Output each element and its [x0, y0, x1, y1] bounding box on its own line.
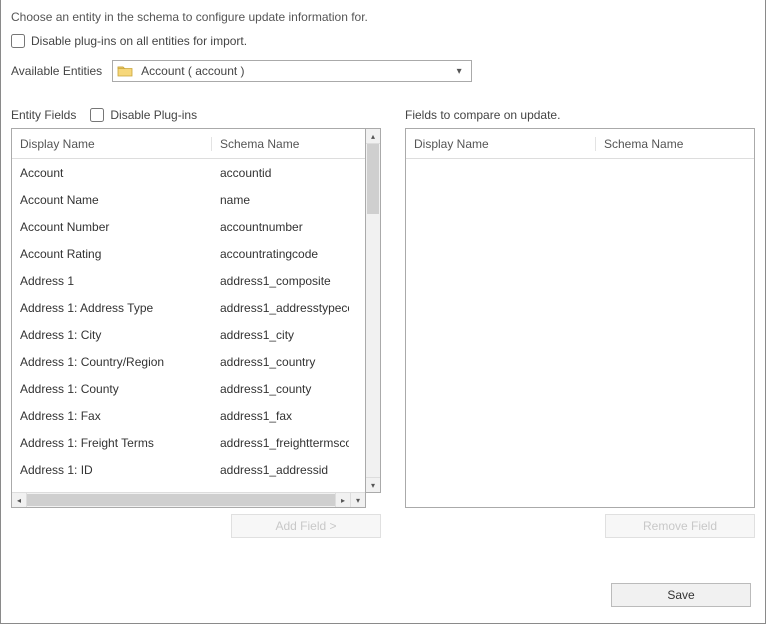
cell-schema: address1_freighttermscode	[212, 436, 349, 450]
vertical-scrollbar[interactable]: ▴ ▾	[366, 128, 381, 493]
scroll-down-extra-icon[interactable]: ▾	[350, 493, 365, 507]
cell-display: Account	[12, 166, 212, 180]
table-row[interactable]: Address 1address1_composite	[12, 267, 349, 294]
instruction-text: Choose an entity in the schema to config…	[11, 10, 755, 24]
cell-display: Address 1: Fax	[12, 409, 212, 423]
available-entities-row: Available Entities Account ( account ) ▾	[11, 60, 755, 82]
cell-display: Address 1: Freight Terms	[12, 436, 212, 450]
table-row[interactable]: Address 1: Latitudeaddress1_latitude	[12, 483, 349, 492]
cell-schema: address1_addressid	[212, 463, 349, 477]
disable-plugins-checkbox[interactable]	[90, 108, 104, 122]
entity-fields-header: Display Name Schema Name	[12, 129, 365, 159]
col-header-schema[interactable]: Schema Name	[212, 137, 365, 151]
table-row[interactable]: Address 1: Address Typeaddress1_addresst…	[12, 294, 349, 321]
entity-fields-title: Entity Fields	[11, 108, 76, 122]
horizontal-scrollbar[interactable]: ◂ ▸ ▾	[12, 492, 365, 507]
entity-dropdown-text: Account ( account )	[141, 64, 451, 78]
table-row[interactable]: Address 1: Faxaddress1_fax	[12, 402, 349, 429]
cell-schema: address1_county	[212, 382, 349, 396]
cell-schema: address1_fax	[212, 409, 349, 423]
compare-fields-body	[406, 159, 754, 492]
scroll-down-icon[interactable]: ▾	[366, 477, 380, 492]
col-header-schema-r[interactable]: Schema Name	[596, 137, 754, 151]
table-row[interactable]: Account Numberaccountnumber	[12, 213, 349, 240]
cell-schema: accountnumber	[212, 220, 349, 234]
disable-all-row: Disable plug-ins on all entities for imp…	[11, 34, 755, 48]
disable-all-checkbox[interactable]	[11, 34, 25, 48]
cell-display: Address 1: ID	[12, 463, 212, 477]
config-panel: Choose an entity in the schema to config…	[0, 0, 766, 624]
available-entities-label: Available Entities	[11, 64, 102, 78]
table-row[interactable]: Accountaccountid	[12, 159, 349, 186]
entity-fields-grid[interactable]: Display Name Schema Name Accountaccounti…	[11, 128, 366, 508]
table-row[interactable]: Address 1: Countyaddress1_county	[12, 375, 349, 402]
table-row[interactable]: Address 1: Freight Termsaddress1_freight…	[12, 429, 349, 456]
chevron-down-icon: ▾	[451, 66, 467, 77]
scroll-up-icon[interactable]: ▴	[366, 129, 380, 144]
cell-display: Address 1: City	[12, 328, 212, 342]
v-scroll-thumb[interactable]	[367, 144, 379, 214]
add-field-button[interactable]: Add Field >	[231, 514, 381, 538]
compare-fields-grid[interactable]: Display Name Schema Name	[405, 128, 755, 508]
entity-fields-grid-wrap: Display Name Schema Name Accountaccounti…	[11, 128, 381, 508]
compare-fields-title: Fields to compare on update.	[405, 108, 560, 122]
h-scroll-thumb[interactable]	[27, 494, 335, 506]
entity-fields-body: AccountaccountidAccount NamenameAccount …	[12, 159, 349, 492]
cell-schema: address1_addresstypecode	[212, 301, 349, 315]
col-header-display-r[interactable]: Display Name	[406, 137, 596, 151]
cell-schema: address1_composite	[212, 274, 349, 288]
cell-display: Address 1: Country/Region	[12, 355, 212, 369]
table-row[interactable]: Account Ratingaccountratingcode	[12, 240, 349, 267]
table-row[interactable]: Address 1: IDaddress1_addressid	[12, 456, 349, 483]
disable-plugins-label: Disable Plug-ins	[110, 108, 197, 122]
col-header-display[interactable]: Display Name	[12, 137, 212, 151]
cell-schema: accountratingcode	[212, 247, 349, 261]
table-row[interactable]: Address 1: Cityaddress1_city	[12, 321, 349, 348]
cell-display: Address 1: Address Type	[12, 301, 212, 315]
table-row[interactable]: Address 1: Country/Regionaddress1_countr…	[12, 348, 349, 375]
scroll-right-icon[interactable]: ▸	[335, 493, 350, 507]
cell-schema: name	[212, 193, 349, 207]
cell-schema: address1_country	[212, 355, 349, 369]
cell-display: Address 1: County	[12, 382, 212, 396]
compare-fields-header: Display Name Schema Name	[406, 129, 754, 159]
cell-display: Account Rating	[12, 247, 212, 261]
cell-display: Account Name	[12, 193, 212, 207]
cell-display: Account Number	[12, 220, 212, 234]
cell-display: Address 1	[12, 274, 212, 288]
folder-icon	[117, 64, 133, 78]
cell-schema: address1_city	[212, 328, 349, 342]
scroll-left-icon[interactable]: ◂	[12, 493, 27, 507]
table-row[interactable]: Account Namename	[12, 186, 349, 213]
entity-dropdown[interactable]: Account ( account ) ▾	[112, 60, 472, 82]
disable-all-label: Disable plug-ins on all entities for imp…	[31, 34, 247, 48]
remove-field-button[interactable]: Remove Field	[605, 514, 755, 538]
save-button[interactable]: Save	[611, 583, 751, 607]
cell-schema: accountid	[212, 166, 349, 180]
